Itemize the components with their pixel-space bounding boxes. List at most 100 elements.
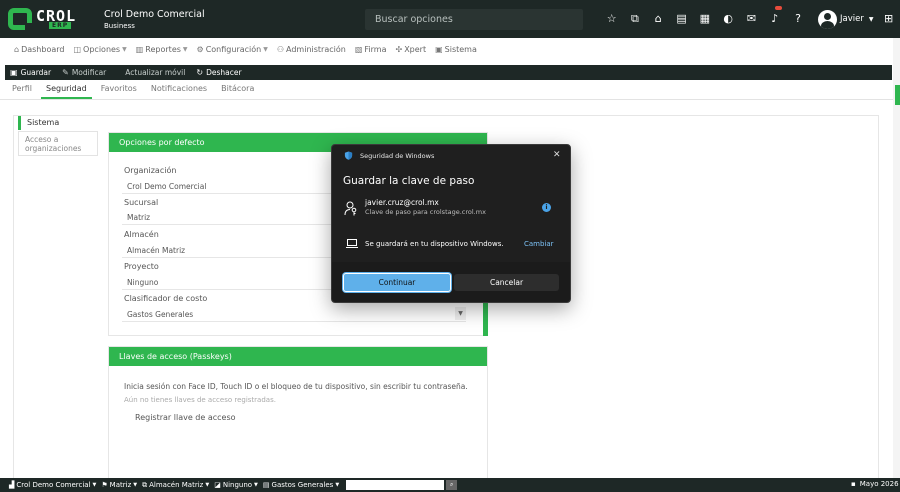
chevron-down-icon: ▼ <box>868 15 874 23</box>
tab-seguridad[interactable]: Seguridad <box>41 82 92 99</box>
star-icon[interactable]: ☆ <box>600 11 623 27</box>
crol-logo[interactable]: CROL ERP <box>8 7 98 32</box>
building-icon: ▟ <box>9 481 15 489</box>
tab-perfil[interactable]: Perfil <box>12 82 32 99</box>
chevron-down-icon: ▼ <box>254 482 258 488</box>
search-icon[interactable]: ⌕ <box>446 480 458 490</box>
chevron-down-icon: ▼ <box>182 45 188 53</box>
status-date: ▪ Mayo 2026 <box>851 480 899 488</box>
user-menu[interactable]: Javier ▼ <box>818 9 873 29</box>
menu-label: Xpert <box>404 44 427 54</box>
status-project[interactable]: ◪ Ninguno ▼ <box>214 481 258 489</box>
field-label: Clasificador de costo <box>124 294 208 303</box>
cost-classifier-select[interactable]: Gastos Generales <box>122 306 466 322</box>
cost-icon: ▤ <box>262 481 270 489</box>
settings-icon: ⚙ <box>196 44 204 54</box>
laptop-icon <box>346 239 358 248</box>
signature-icon: ▧ <box>354 44 363 54</box>
search-input[interactable]: Buscar opciones <box>365 9 583 30</box>
tab-favoritos[interactable]: Favoritos <box>101 82 137 99</box>
passkey-person-icon <box>344 201 357 216</box>
chat-icon[interactable]: ◐ <box>716 11 739 27</box>
info-icon[interactable]: i <box>542 203 551 212</box>
chevron-down-icon: ▼ <box>205 482 210 488</box>
menu-label: Opciones <box>83 44 121 54</box>
close-icon[interactable]: ✕ <box>553 150 561 160</box>
update-mobile-label: Actualizar móvil <box>125 68 186 77</box>
menu-opciones[interactable]: ◫ Opciones ▼ <box>73 45 126 54</box>
menu-label: Sistema <box>444 44 477 54</box>
field-label: Organización <box>124 166 177 175</box>
sidebar-item-acceso[interactable]: Acceso a organizaciones <box>18 131 98 156</box>
shield-icon <box>344 151 353 160</box>
undo-button[interactable]: ↻ Deshacer <box>196 68 241 77</box>
company-plan: Business <box>104 22 135 30</box>
menu-sistema[interactable]: ▣ Sistema <box>435 45 477 54</box>
menu-dashboard[interactable]: ⌂ Dashboard <box>14 45 64 54</box>
cancel-button[interactable]: Cancelar <box>454 274 559 291</box>
apps-grid-icon[interactable]: ⊞ <box>884 13 895 24</box>
system-icon: ▣ <box>435 44 443 54</box>
logo-ring <box>8 8 33 31</box>
help-icon[interactable]: ? <box>786 11 809 27</box>
save-button[interactable]: ▣ Guardar <box>10 68 51 77</box>
sidebar-item-sistema[interactable]: Sistema <box>18 116 97 130</box>
mail-icon[interactable]: ✉ <box>740 11 763 27</box>
reports-icon: ▥ <box>135 44 144 54</box>
chevron-down-icon: ▼ <box>263 45 268 53</box>
menu-firma[interactable]: ▧ Firma <box>355 45 387 54</box>
tabs-divider <box>0 99 893 100</box>
status-cost[interactable]: ▤ Gastos Generales ▼ <box>263 481 339 489</box>
tab-bitacora[interactable]: Bitácora <box>221 82 254 99</box>
chevron-down-icon: ▼ <box>335 482 340 488</box>
main-menu: ⌂ Dashboard ◫ Opciones ▼ ▥ Reportes ▼ ⚙ Config… <box>0 38 900 60</box>
status-cost-label: Gastos Generales <box>271 481 334 489</box>
notification-badge <box>775 6 782 10</box>
field-label: Proyecto <box>124 262 159 271</box>
dialog-account-email: javier.cruz@crol.mx <box>365 198 439 207</box>
document-icon[interactable]: ▤ <box>670 11 693 27</box>
update-mobile-button[interactable]: Actualizar móvil <box>125 68 185 77</box>
change-link[interactable]: Cambiar <box>524 240 554 248</box>
menu-reportes[interactable]: ▥ Reportes ▼ <box>136 45 188 54</box>
logo-sub: ERP <box>49 22 72 29</box>
status-company[interactable]: ▟ Crol Demo Comercial ▼ <box>9 481 96 489</box>
admin-icon: ⚇ <box>276 44 285 54</box>
status-search-input[interactable] <box>346 480 445 490</box>
xpert-icon: ✣ <box>395 44 403 54</box>
menu-xpert[interactable]: ✣ Xpert <box>395 45 426 54</box>
dialog-account-subtitle: Clave de paso para crolstage.crol.mx <box>365 208 486 216</box>
status-company-label: Crol Demo Comercial <box>16 481 91 489</box>
dialog-save-note: Se guardará en tu dispositivo Windows. <box>365 240 504 248</box>
save-label: Guardar <box>20 68 52 77</box>
header-icons: ☆ ⧉ ⌂ ▤ ▦ ◐ ✉ ♪ ? <box>600 11 810 27</box>
menu-configuracion[interactable]: ⚙ Configuración ▼ <box>197 45 268 54</box>
status-warehouse-label: Almacén Matriz <box>149 481 204 489</box>
tab-notificaciones[interactable]: Notificaciones <box>151 82 207 99</box>
home-icon[interactable]: ⌂ <box>647 11 670 27</box>
store-icon[interactable]: ▦ <box>693 11 716 27</box>
chevron-down-icon: ▼ <box>133 482 138 488</box>
status-date-label: Mayo 2026 <box>859 480 899 488</box>
modify-button[interactable]: ✎ Modificar <box>62 68 106 77</box>
scrollbar-thumb[interactable] <box>895 85 900 105</box>
chevron-down-icon: ▼ <box>122 45 127 53</box>
copy-icon[interactable]: ⧉ <box>623 11 646 27</box>
chevron-down-icon[interactable]: ▼ <box>455 307 466 320</box>
undo-label: Deshacer <box>206 68 242 77</box>
project-icon: ◪ <box>214 481 221 489</box>
register-passkey-button[interactable]: Registrar llave de acceso <box>135 413 236 422</box>
menu-label: Configuración <box>205 44 262 54</box>
company-name[interactable]: Crol Demo Comercial <box>104 9 205 20</box>
field-label: Sucursal <box>124 198 159 207</box>
modify-label: Modificar <box>71 68 107 77</box>
user-name: Javier <box>840 14 864 24</box>
passkeys-description: Inicia sesión con Face ID, Touch ID o el… <box>124 382 468 391</box>
bell-icon[interactable]: ♪ <box>763 11 786 27</box>
menu-administracion[interactable]: ⚇ Administración <box>277 45 346 54</box>
status-branch[interactable]: ⚑ Matriz ▼ <box>101 481 137 489</box>
status-branch-label: Matriz <box>109 481 132 489</box>
continue-button[interactable]: Continuar <box>343 273 451 292</box>
status-project-label: Ninguno <box>222 481 253 489</box>
status-warehouse[interactable]: ⧉ Almacén Matriz ▼ <box>142 481 209 490</box>
